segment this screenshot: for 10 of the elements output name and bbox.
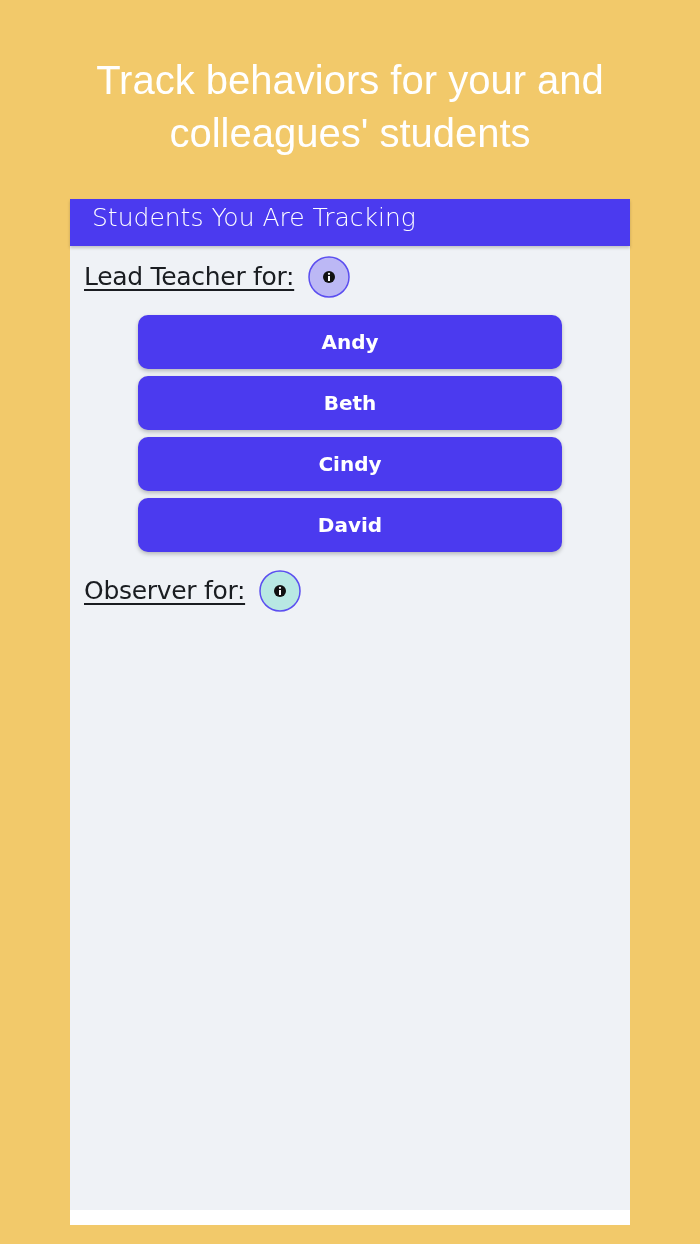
student-button[interactable]: David <box>138 498 562 552</box>
app-bar-title: Students You Are Tracking <box>92 203 416 233</box>
student-button[interactable]: Andy <box>138 315 562 369</box>
headline: Track behaviors for your and colleagues' students <box>95 57 605 157</box>
student-button[interactable]: Beth <box>138 376 562 430</box>
info-icon[interactable] <box>308 256 351 298</box>
student-button[interactable]: Cindy <box>138 437 562 491</box>
section-heading: Lead Teacher for: <box>84 261 295 293</box>
info-icon[interactable] <box>259 570 302 612</box>
section-heading: Observer for: <box>84 575 246 607</box>
